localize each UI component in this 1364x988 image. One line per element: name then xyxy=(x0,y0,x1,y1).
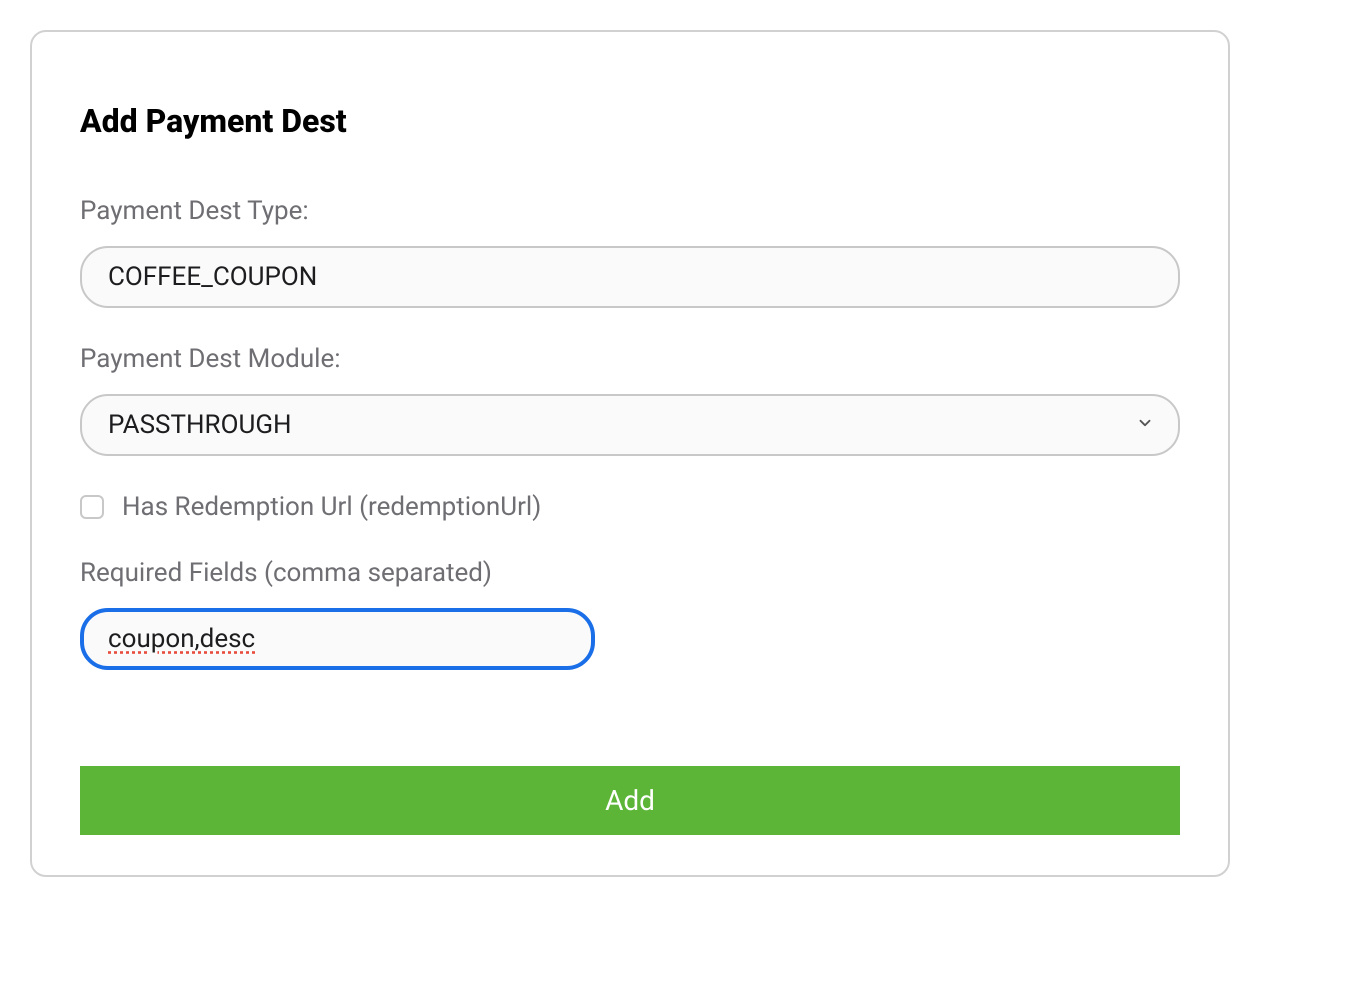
dest-module-field-group: Payment Dest Module: PASSTHROUGH xyxy=(80,344,1180,456)
redemption-url-checkbox-row: Has Redemption Url (redemptionUrl) xyxy=(80,492,1180,522)
required-fields-group: Required Fields (comma separated) xyxy=(80,558,1180,670)
panel-title: Add Payment Dest xyxy=(80,102,1180,140)
add-payment-dest-panel: Add Payment Dest Payment Dest Type: Paym… xyxy=(30,30,1230,877)
dest-type-label: Payment Dest Type: xyxy=(80,196,1180,226)
dest-module-select-wrap: PASSTHROUGH xyxy=(80,394,1180,456)
redemption-url-label: Has Redemption Url (redemptionUrl) xyxy=(122,492,541,522)
required-fields-label: Required Fields (comma separated) xyxy=(80,558,1180,588)
dest-type-input[interactable] xyxy=(80,246,1180,308)
dest-module-label: Payment Dest Module: xyxy=(80,344,1180,374)
required-fields-input[interactable] xyxy=(80,608,595,670)
dest-module-select[interactable]: PASSTHROUGH xyxy=(80,394,1180,456)
dest-type-field-group: Payment Dest Type: xyxy=(80,196,1180,308)
add-button[interactable]: Add xyxy=(80,766,1180,835)
redemption-url-checkbox[interactable] xyxy=(80,495,104,519)
